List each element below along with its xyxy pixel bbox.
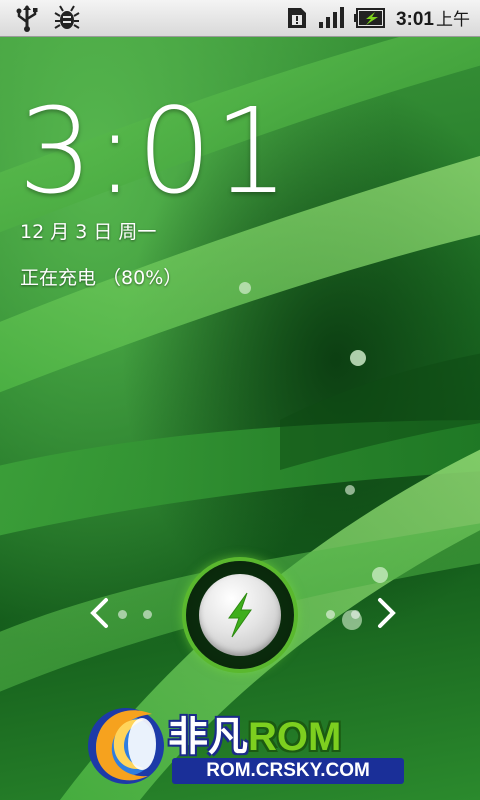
lockscreen-date: 12 月 3 日 周一 bbox=[20, 221, 157, 243]
status-bar: 3:01 上午 bbox=[0, 0, 480, 37]
watermark-brand: 非凡ROM bbox=[168, 704, 341, 762]
unlock-handle[interactable] bbox=[186, 561, 294, 669]
usb-icon bbox=[14, 4, 40, 32]
status-time: 3:01 bbox=[395, 9, 434, 30]
watermark-brand-cn: 非凡 bbox=[168, 714, 248, 760]
signal-icon bbox=[318, 7, 344, 29]
watermark-brand-en: ROM bbox=[248, 715, 342, 759]
lockscreen-clock: 3:01 bbox=[18, 82, 291, 220]
watermark-url: ROM.CRSKY.COM bbox=[172, 758, 404, 784]
unlock-hint-dot bbox=[351, 610, 360, 619]
charging-status: 正在充电 （80%） bbox=[20, 267, 183, 289]
battery-charging-icon bbox=[353, 8, 386, 28]
unlock-hint-dot bbox=[143, 610, 152, 619]
chevron-left-icon bbox=[86, 596, 116, 630]
chevron-right-icon bbox=[370, 596, 400, 630]
unlock-handle-knob[interactable] bbox=[199, 574, 281, 656]
logo-emblem-icon bbox=[88, 708, 164, 784]
debug-icon bbox=[54, 4, 80, 32]
unlock-hint-dot bbox=[326, 610, 335, 619]
sim-alert-icon bbox=[286, 6, 308, 30]
status-ampm: 上午 bbox=[436, 10, 470, 30]
unlock-hint-dot bbox=[118, 610, 127, 619]
lightning-bolt-icon bbox=[228, 592, 252, 638]
watermark-logo: 非凡ROM ROM.CRSKY.COM bbox=[82, 696, 412, 792]
